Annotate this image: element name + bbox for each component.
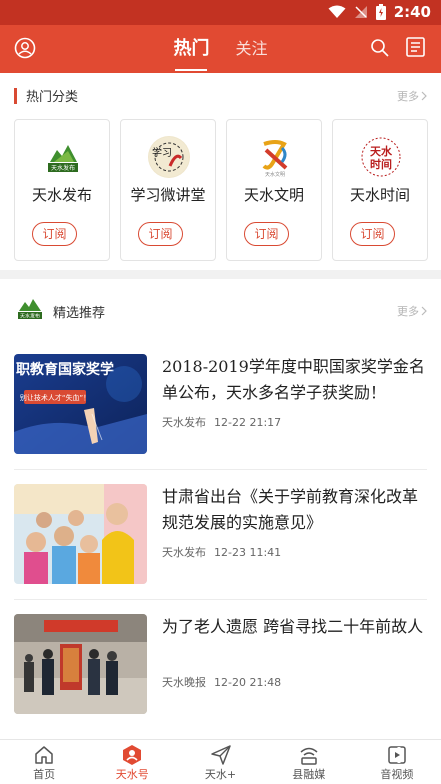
svg-text:天水文明: 天水文明	[265, 171, 285, 178]
bottom-navigation: 首页 天水号 天水+ 县融媒 音视频	[0, 739, 441, 784]
news-title[interactable]: 2018-2019学年度中职国家奖学金名单公布，天水多名学子获奖励！	[162, 354, 427, 406]
status-time: 2:40	[393, 3, 431, 21]
nav-video[interactable]: 音视频	[353, 740, 441, 784]
news-title[interactable]: 甘肃省出台《关于学前教育深化改革规范发展的实施意见》	[162, 484, 427, 536]
news-title[interactable]: 为了老人遗愿 跨省寻找二十年前故人	[162, 614, 427, 640]
police-banner-image	[14, 614, 147, 714]
svg-text:别让技术人才“失血”！: 别让技术人才“失血”！	[20, 393, 90, 402]
nav-label: 音视频	[380, 768, 414, 781]
category-name: 天水文明	[243, 186, 304, 204]
hot-categories-title: 热门分类	[26, 90, 79, 105]
subscribe-button[interactable]: 订阅	[32, 222, 77, 246]
news-source: 天水发布	[162, 546, 206, 559]
news-item[interactable]: 职教育国家奖学 别让技术人才“失血”！ 2018-2019学年度中职国家奖学金名…	[14, 354, 427, 466]
nav-tianshui-hao[interactable]: 天水号	[88, 740, 176, 784]
news-meta: 天水发布 12-23 11:41	[162, 544, 281, 560]
svg-text:天水: 天水	[370, 144, 393, 158]
recommended-title: 精选推荐	[53, 306, 106, 321]
section-divider	[0, 270, 441, 279]
more-label: 更多	[397, 305, 419, 318]
tianshui-time-logo: 天水 时间	[360, 136, 402, 178]
news-time: 12-22 21:17	[214, 416, 282, 429]
news-source: 天水晚报	[162, 676, 206, 689]
news-item[interactable]: 为了老人遗愿 跨省寻找二十年前故人 天水晚报 12-20 21:48	[14, 614, 427, 726]
study-lecture-logo: 学习	[148, 136, 190, 178]
news-source: 天水发布	[162, 416, 206, 429]
tianshui-hao-icon	[123, 745, 142, 765]
newspaper-icon[interactable]	[405, 36, 427, 58]
battery-icon	[375, 4, 386, 20]
send-icon	[210, 745, 231, 765]
tianshui-fabu-logo: 天水发布	[42, 136, 84, 178]
hot-categories-more-link[interactable]: 更多	[397, 88, 427, 104]
nav-tianshui-plus[interactable]: 天水+	[176, 740, 264, 784]
category-name: 天水时间	[349, 186, 410, 204]
tab-hot[interactable]: 热门	[173, 25, 209, 73]
scholarship-banner-image: 职教育国家奖学 别让技术人才“失血”！	[14, 354, 147, 454]
category-name: 天水发布	[31, 186, 92, 204]
news-time: 12-20 21:48	[214, 676, 282, 689]
category-card-study-lecture[interactable]: 学习 学习微讲堂 订阅	[120, 119, 216, 261]
svg-text:时间: 时间	[370, 157, 392, 171]
nav-label: 天水+	[204, 768, 237, 781]
svg-text:天水发布: 天水发布	[20, 313, 40, 320]
recommended-more-link[interactable]: 更多	[397, 303, 427, 319]
svg-text:职教育国家奖学: 职教育国家奖学	[16, 361, 114, 378]
svg-text:学习: 学习	[152, 146, 172, 159]
nav-home[interactable]: 首页	[0, 740, 88, 784]
list-separator	[14, 469, 427, 470]
recommended-header: 天水发布 精选推荐 更多	[0, 287, 441, 331]
category-card-tianshui-time[interactable]: 天水 时间 天水时间 订阅	[332, 119, 428, 261]
chevron-right-icon	[421, 91, 427, 101]
subscribe-button[interactable]: 订阅	[350, 222, 395, 246]
nav-county-media[interactable]: 县融媒	[265, 740, 353, 784]
category-name: 学习微讲堂	[130, 186, 206, 204]
category-list: 天水发布 天水发布 订阅 学习 学习微讲堂 订阅 天水文明 天水文明 订阅 天水…	[14, 119, 441, 261]
hot-categories-header: 热门分类 更多	[0, 74, 441, 116]
no-signal-icon	[354, 6, 367, 18]
more-label: 更多	[397, 90, 419, 103]
list-separator	[14, 599, 427, 600]
tianshui-fabu-small-logo: 天水发布	[18, 299, 42, 320]
news-meta: 天水发布 12-22 21:17	[162, 414, 281, 430]
tianshui-civilization-logo: 天水文明	[254, 136, 296, 178]
subscribe-button[interactable]: 订阅	[244, 222, 289, 246]
svg-text:天水发布: 天水发布	[51, 164, 75, 172]
search-icon[interactable]	[370, 38, 390, 58]
app-header: 热门 关注	[0, 25, 441, 73]
broadcast-icon	[300, 747, 318, 765]
nav-label: 首页	[33, 768, 56, 781]
news-time: 12-23 11:41	[214, 546, 282, 559]
nav-label: 天水号	[115, 768, 149, 781]
chevron-right-icon	[421, 306, 427, 316]
category-card-tianshui-fabu[interactable]: 天水发布 天水发布 订阅	[14, 119, 110, 261]
news-item[interactable]: 甘肃省出台《关于学前教育深化改革规范发展的实施意见》 天水发布 12-23 11:…	[14, 484, 427, 596]
section-accent-bar	[14, 88, 17, 104]
news-meta: 天水晚报 12-20 21:48	[162, 674, 281, 690]
kindergarten-children-image	[14, 484, 147, 584]
tab-follow[interactable]: 关注	[235, 25, 267, 73]
status-bar: 2:40	[0, 0, 441, 25]
nav-label: 县融媒	[292, 768, 326, 781]
video-icon	[388, 746, 406, 764]
subscribe-button[interactable]: 订阅	[138, 222, 183, 246]
category-card-tianshui-civilization[interactable]: 天水文明 天水文明 订阅	[226, 119, 322, 261]
wifi-icon	[328, 5, 346, 18]
home-icon	[35, 746, 53, 764]
